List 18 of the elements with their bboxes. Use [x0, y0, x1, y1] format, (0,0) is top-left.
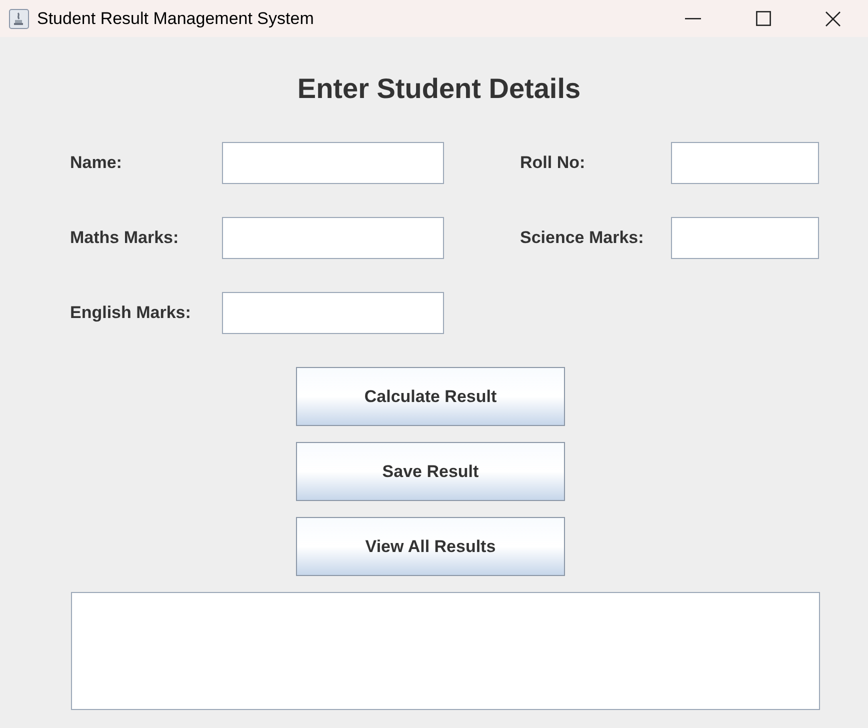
maximize-icon	[756, 11, 770, 26]
input-field[interactable]	[222, 292, 444, 334]
field-label: Name:	[70, 152, 123, 174]
action-button[interactable]: Calculate Result	[296, 367, 565, 426]
close-icon	[825, 10, 841, 26]
field-label: Science Marks:	[520, 227, 645, 250]
minimize-icon	[685, 18, 701, 20]
action-button[interactable]: Save Result	[296, 442, 565, 501]
field-label: English Marks:	[70, 302, 192, 324]
field-label: Maths Marks:	[70, 227, 180, 250]
input-field[interactable]	[222, 217, 444, 259]
form-heading: Enter Student Details	[297, 72, 581, 104]
input-field[interactable]	[671, 142, 819, 184]
input-field[interactable]	[222, 142, 444, 184]
action-button[interactable]: View All Results	[296, 517, 565, 576]
input-field[interactable]	[671, 217, 819, 259]
field-label: Roll No:	[520, 152, 586, 174]
window-title: Student Result Management System	[37, 8, 314, 30]
